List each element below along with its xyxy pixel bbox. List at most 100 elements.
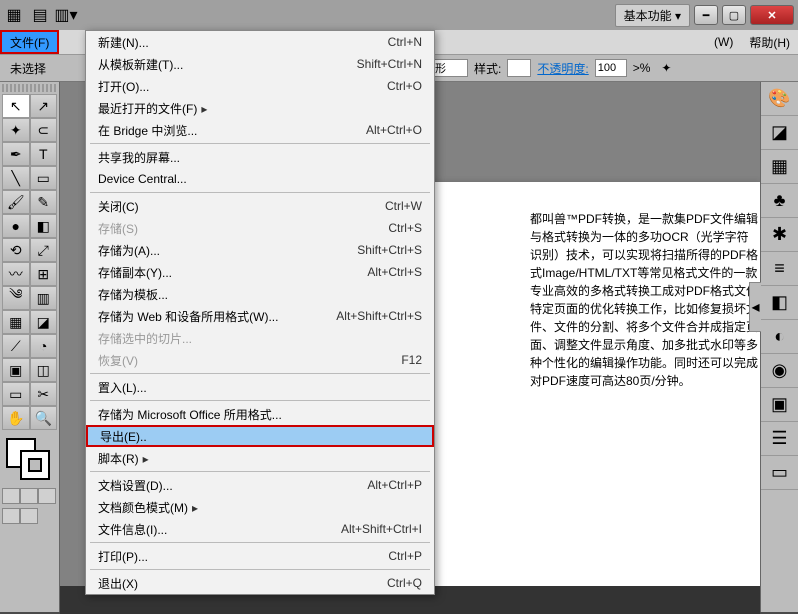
- direct-selection-tool[interactable]: ↗: [30, 94, 58, 118]
- graphic-styles-icon[interactable]: ▣: [761, 388, 798, 422]
- menu-item: 存储(S)Ctrl+S: [86, 217, 434, 239]
- right-panel-dock: ◂ 🎨 ◪ ▦ ♣ ✱ ≡ ◧ ◐ ◉ ▣ ☰ ▭: [760, 82, 798, 612]
- menu-item[interactable]: 文件信息(I)...Alt+Shift+Ctrl+I: [86, 518, 434, 540]
- graph-tool[interactable]: ▥: [30, 286, 58, 310]
- menu-item[interactable]: 退出(X)Ctrl+Q: [86, 572, 434, 594]
- paintbrush-tool[interactable]: 🖌: [2, 190, 30, 214]
- line-tool[interactable]: ╲: [2, 166, 30, 190]
- menu-item[interactable]: 导出(E)..: [86, 425, 434, 447]
- menu-item[interactable]: 存储为 Web 和设备所用格式(W)...Alt+Shift+Ctrl+S: [86, 305, 434, 327]
- panel-expand-handle[interactable]: ◂: [749, 282, 761, 332]
- blend-tool[interactable]: ◔: [30, 334, 58, 358]
- color-swatch[interactable]: [2, 436, 57, 484]
- appearance-icon[interactable]: ◉: [761, 354, 798, 388]
- menu-item[interactable]: 在 Bridge 中浏览...Alt+Ctrl+O: [86, 119, 434, 141]
- type-tool[interactable]: T: [30, 142, 58, 166]
- menu-item-label: 新建(N)...: [98, 34, 388, 51]
- fill-gradient-mode[interactable]: [20, 488, 38, 504]
- menu-item[interactable]: 存储为(A)...Shift+Ctrl+S: [86, 239, 434, 261]
- selection-tool[interactable]: ↖: [2, 94, 30, 118]
- menu-item[interactable]: 从模板新建(T)...Shift+Ctrl+N: [86, 53, 434, 75]
- rectangle-tool[interactable]: ▭: [30, 166, 58, 190]
- arrange-icon[interactable]: ▥▾: [56, 5, 76, 25]
- eyedropper-tool[interactable]: ⟋: [2, 334, 30, 358]
- slice-tool[interactable]: ✂: [30, 382, 58, 406]
- menu-item[interactable]: 存储为 Microsoft Office 所用格式...: [86, 403, 434, 425]
- menu-item[interactable]: 打开(O)...Ctrl+O: [86, 75, 434, 97]
- workspace-switcher[interactable]: 基本功能 ▾: [615, 4, 690, 27]
- layers-icon[interactable]: ☰: [761, 422, 798, 456]
- menu-item-shortcut: Ctrl+W: [385, 199, 422, 213]
- menu-separator: [90, 143, 430, 144]
- menu-item-shortcut: Ctrl+S: [388, 221, 422, 235]
- swatches-icon[interactable]: ▦: [761, 150, 798, 184]
- close-button[interactable]: ✕: [750, 5, 794, 25]
- toolbox-grip[interactable]: [2, 84, 57, 92]
- opacity-input[interactable]: [595, 59, 627, 77]
- menu-item-shortcut: Alt+Shift+Ctrl+S: [336, 309, 422, 323]
- live-paint-tool[interactable]: ▣: [2, 358, 30, 382]
- screen-mode-full[interactable]: [20, 508, 38, 524]
- opacity-pct: >%: [633, 61, 651, 75]
- zoom-tool[interactable]: 🔍: [30, 406, 58, 430]
- menu-item-label: 置入(L)...: [98, 379, 422, 396]
- menu-item-label: 存储为(A)...: [98, 242, 357, 259]
- mesh-tool[interactable]: ▦: [2, 310, 30, 334]
- symbol-sprayer-tool[interactable]: ༄: [2, 286, 30, 310]
- menu-window[interactable]: (W): [706, 30, 741, 54]
- menu-item-label: 文档设置(D)...: [98, 477, 367, 494]
- hand-tool[interactable]: ✋: [2, 406, 30, 430]
- magic-wand-tool[interactable]: ✦: [2, 118, 30, 142]
- menu-file[interactable]: 文件(F): [0, 30, 59, 54]
- free-transform-tool[interactable]: ⊞: [30, 262, 58, 286]
- menu-item-shortcut: Shift+Ctrl+S: [357, 243, 422, 257]
- pencil-tool[interactable]: ✎: [30, 190, 58, 214]
- scale-tool[interactable]: ⤢: [30, 238, 58, 262]
- menu-item[interactable]: 置入(L)...: [86, 376, 434, 398]
- bridge-icon[interactable]: ▤: [30, 5, 50, 25]
- minimize-button[interactable]: ━: [694, 5, 718, 25]
- pen-tool[interactable]: ✒: [2, 142, 30, 166]
- lasso-tool[interactable]: ⊂: [30, 118, 58, 142]
- menu-help[interactable]: 帮助(H): [741, 30, 798, 54]
- fill-color-mode[interactable]: [2, 488, 20, 504]
- color-guide-icon[interactable]: ◪: [761, 116, 798, 150]
- maximize-button[interactable]: ▢: [722, 5, 746, 25]
- symbols-icon[interactable]: ✱: [761, 218, 798, 252]
- menu-item-shortcut: Alt+Ctrl+P: [367, 478, 422, 492]
- screen-mode-normal[interactable]: [2, 508, 20, 524]
- gradient-icon[interactable]: ◧: [761, 286, 798, 320]
- menu-item[interactable]: 存储副本(Y)...Alt+Ctrl+S: [86, 261, 434, 283]
- artboards-icon[interactable]: ▭: [761, 456, 798, 490]
- stroke-icon[interactable]: ≡: [761, 252, 798, 286]
- menu-item[interactable]: 存储为模板...: [86, 283, 434, 305]
- fill-none-mode[interactable]: [38, 488, 56, 504]
- artboard-tool[interactable]: ▭: [2, 382, 30, 406]
- brushes-icon[interactable]: ♣: [761, 184, 798, 218]
- color-panel-icon[interactable]: 🎨: [761, 82, 798, 116]
- menu-item-shortcut: Alt+Shift+Ctrl+I: [341, 522, 422, 536]
- menu-item-label: 存储(S): [98, 220, 388, 237]
- style-label: 样式:: [474, 60, 501, 77]
- menu-item[interactable]: 新建(N)...Ctrl+N: [86, 31, 434, 53]
- rotate-tool[interactable]: ⟲: [2, 238, 30, 262]
- menu-item[interactable]: 文档设置(D)...Alt+Ctrl+P: [86, 474, 434, 496]
- menu-item-shortcut: Shift+Ctrl+N: [357, 57, 422, 71]
- menu-item[interactable]: 文档颜色模式(M): [86, 496, 434, 518]
- menu-item-label: 存储选中的切片...: [98, 330, 422, 347]
- menu-item[interactable]: 共享我的屏幕...: [86, 146, 434, 168]
- menu-item-label: 导出(E)..: [100, 428, 420, 445]
- blob-brush-tool[interactable]: ●: [2, 214, 30, 238]
- menu-item[interactable]: 打印(P)...Ctrl+P: [86, 545, 434, 567]
- live-paint-select-tool[interactable]: ◫: [30, 358, 58, 382]
- gradient-tool[interactable]: ◪: [30, 310, 58, 334]
- menu-item[interactable]: 最近打开的文件(F): [86, 97, 434, 119]
- style-swatch[interactable]: [507, 59, 531, 77]
- eraser-tool[interactable]: ◧: [30, 214, 58, 238]
- menu-item[interactable]: 关闭(C)Ctrl+W: [86, 195, 434, 217]
- wand-icon[interactable]: ✦: [656, 58, 676, 78]
- transparency-icon[interactable]: ◐: [761, 320, 798, 354]
- opacity-label[interactable]: 不透明度:: [537, 60, 588, 77]
- menu-item[interactable]: 脚本(R): [86, 447, 434, 469]
- menu-item[interactable]: Device Central...: [86, 168, 434, 190]
